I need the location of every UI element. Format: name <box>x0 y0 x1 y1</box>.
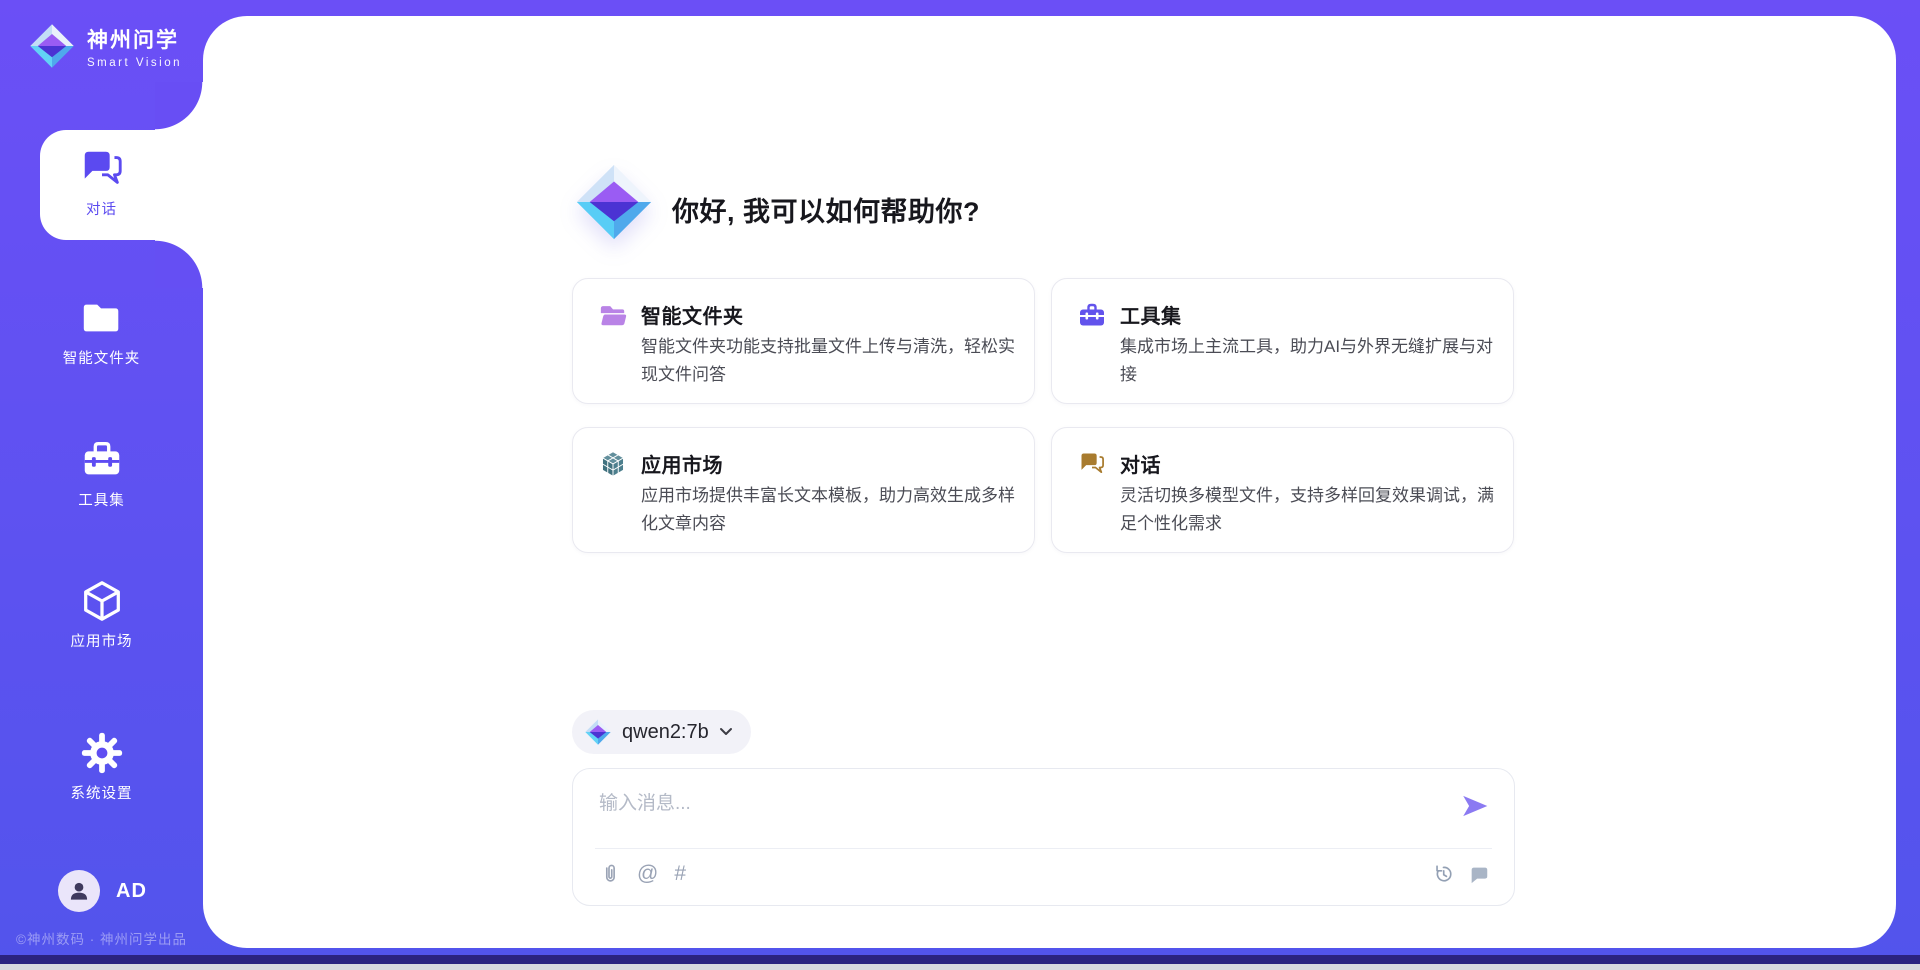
chevron-down-icon <box>719 727 733 737</box>
sidebar-item-label: 工具集 <box>78 489 125 510</box>
sidebar-item-smart-folder[interactable]: 智能文件夹 <box>0 295 203 368</box>
hero-diamond-logo-icon <box>573 160 655 244</box>
diamond-logo-icon <box>28 22 76 70</box>
message-input[interactable] <box>599 785 1419 823</box>
sidebar-item-label: 智能文件夹 <box>63 347 141 368</box>
topic-button[interactable]: # <box>674 863 686 885</box>
chat-icon <box>79 146 125 192</box>
card-smart-folder[interactable]: 智能文件夹 智能文件夹功能支持批量文件上传与清洗，轻松实现文件问答 <box>572 278 1035 404</box>
card-title: 智能文件夹 <box>641 300 744 329</box>
brand-name: 神州问学 <box>87 24 182 54</box>
sidebar-item-label: 系统设置 <box>71 782 133 803</box>
at-icon: @ <box>637 863 658 885</box>
card-title: 工具集 <box>1120 300 1182 329</box>
sidebar-item-toolset[interactable]: 工具集 <box>0 437 203 510</box>
app-window: 神州问学 Smart Vision 对话 智能文件夹 工具集 <box>0 0 1920 970</box>
card-description: 集成市场上主流工具，助力AI与外界无缝扩展与对接 <box>1120 333 1498 389</box>
model-selector[interactable]: qwen2:7b <box>572 710 751 754</box>
sidebar-item-label: 对话 <box>86 198 117 219</box>
folder-icon <box>79 295 125 341</box>
card-description: 智能文件夹功能支持批量文件上传与清洗，轻松实现文件问答 <box>641 333 1019 389</box>
gear-icon <box>79 730 125 776</box>
copyright-text: ©神州数码 · 神州问学出品 <box>16 928 187 948</box>
message-composer: @ # <box>572 768 1515 906</box>
card-title: 应用市场 <box>641 449 723 478</box>
model-diamond-icon <box>584 718 612 746</box>
window-edge-dark <box>0 955 1920 964</box>
paperclip-icon <box>599 863 621 885</box>
send-icon[interactable] <box>1460 791 1490 821</box>
avatar <box>58 870 100 912</box>
brand-logo: 神州问学 Smart Vision <box>28 22 182 70</box>
brand-subtitle: Smart Vision <box>87 57 182 69</box>
sidebar-item-app-market[interactable]: 应用市场 <box>0 578 203 651</box>
sidebar-tab-fillet-top <box>155 82 203 130</box>
cube-grid-icon <box>599 450 627 478</box>
sidebar-item-settings[interactable]: 系统设置 <box>0 730 203 803</box>
mention-button[interactable]: @ <box>637 863 658 885</box>
card-toolset[interactable]: 工具集 集成市场上主流工具，助力AI与外界无缝扩展与对接 <box>1051 278 1514 404</box>
composer-divider <box>595 848 1492 849</box>
cube-icon <box>79 578 125 624</box>
history-button[interactable] <box>1432 863 1454 885</box>
briefcase-icon <box>1078 301 1106 329</box>
attach-file-button[interactable] <box>599 863 621 885</box>
user-account[interactable]: AD <box>58 870 147 912</box>
sidebar-item-label: 应用市场 <box>71 630 133 651</box>
card-app-market[interactable]: 应用市场 应用市场提供丰富长文本模板，助力高效生成多样化文章内容 <box>572 427 1035 553</box>
hash-icon: # <box>674 863 686 885</box>
card-description: 应用市场提供丰富长文本模板，助力高效生成多样化文章内容 <box>641 482 1019 538</box>
chat-bubble-icon <box>1468 863 1490 885</box>
person-icon <box>66 878 92 904</box>
model-name: qwen2:7b <box>622 721 709 744</box>
user-name: AD <box>116 880 147 903</box>
toolbox-icon <box>79 437 125 483</box>
history-icon <box>1432 863 1454 885</box>
card-chat[interactable]: 对话 灵活切换多模型文件，支持多样回复效果调试，满足个性化需求 <box>1051 427 1514 553</box>
greeting-title: 你好, 我可以如何帮助你? <box>672 190 980 229</box>
card-description: 灵活切换多模型文件，支持多样回复效果调试，满足个性化需求 <box>1120 482 1498 538</box>
sidebar-item-chat[interactable]: 对话 <box>0 146 203 219</box>
new-chat-button[interactable] <box>1468 863 1490 885</box>
card-title: 对话 <box>1120 449 1161 478</box>
chat-icon <box>1078 450 1106 478</box>
folder-open-icon <box>599 301 627 329</box>
sidebar-tab-fillet-bottom <box>155 240 203 288</box>
window-edge-light <box>0 964 1920 970</box>
